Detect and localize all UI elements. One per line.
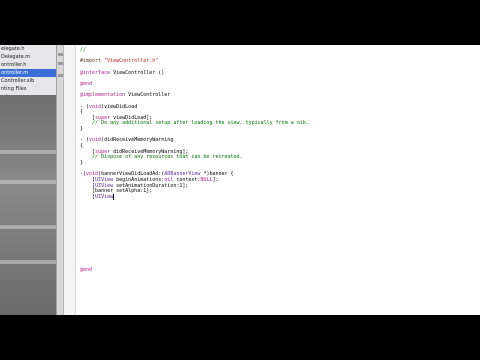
navigator-split-bar[interactable]: [56, 45, 64, 315]
sidebar-file-item[interactable]: ontroller.h: [0, 61, 56, 69]
change-marker: [58, 53, 63, 56]
sidebar-file-item[interactable]: nting Files: [0, 85, 56, 93]
code-token: }: [80, 160, 84, 166]
code-line: //: [80, 47, 86, 53]
code-token: UIView: [95, 193, 114, 200]
code-token: ];: [212, 176, 219, 183]
code-token: }: [80, 126, 84, 133]
code-token: [: [80, 193, 96, 200]
change-marker: [58, 62, 63, 65]
code-token: @interface: [80, 69, 111, 76]
code-token: ViewController (): [110, 69, 165, 76]
code-line: @implementation ViewController: [80, 92, 170, 98]
code-token: ViewController: [125, 92, 171, 99]
line-gutter[interactable]: [64, 45, 76, 315]
navigator-row-highlight: [0, 225, 56, 229]
sidebar-file-item[interactable]: Delegate.m: [0, 53, 56, 61]
code-line: [UIView: [80, 193, 115, 200]
navigator-row-highlight: [0, 260, 56, 264]
xcode-window: elegate.h Delegate.m ontroller.h ontroller.…: [0, 45, 480, 315]
code-line: // Do any additional setup after loading…: [80, 120, 309, 126]
text-cursor: [113, 193, 115, 200]
navigator-row-highlight: [0, 180, 56, 184]
code-token: "ViewController.h": [104, 58, 159, 65]
code-token: @end: [80, 267, 93, 274]
sidebar-file-item[interactable]: Controller.xib: [0, 77, 56, 85]
code-line: - (void)viewDidLoad: [80, 104, 137, 110]
code-line: }: [80, 126, 83, 132]
code-line: @end: [80, 81, 92, 87]
project-navigator: elegate.h Delegate.m ontroller.h ontroller.…: [0, 45, 56, 315]
code-token: void: [89, 137, 102, 144]
sidebar-file-item[interactable]: elegate.h: [0, 45, 56, 53]
code-line: #import "ViewController.h": [80, 58, 158, 64]
code-line: @interface ViewController (): [80, 70, 164, 76]
code-token: @implementation: [80, 92, 126, 99]
code-token: )didReceiveMemoryWarning: [101, 137, 174, 144]
change-marker: [58, 74, 63, 77]
sidebar-file-item[interactable]: ontroller.m: [0, 69, 56, 77]
navigator-row-highlight: [0, 150, 56, 154]
code-token: void: [89, 103, 102, 110]
code-token: // Do any additional setup after loading…: [80, 120, 309, 127]
code-token: //: [80, 47, 87, 53]
code-line: }: [80, 160, 83, 166]
code-line: - (void)didReceiveMemoryWarning: [80, 137, 173, 143]
code-line: @end: [80, 267, 92, 273]
navigator-empty-area: [0, 95, 56, 315]
code-line: // Dispose of any resources that can be …: [80, 154, 243, 160]
code-token: // Dispose of any resources that can be …: [80, 154, 243, 161]
code-token: #import: [80, 58, 105, 65]
code-token: NULL: [200, 176, 213, 183]
code-token: @end: [80, 80, 93, 87]
code-token: )viewDidLoad: [101, 103, 138, 110]
code-editor[interactable]: // #import "ViewController.h" @interface V…: [76, 45, 480, 315]
